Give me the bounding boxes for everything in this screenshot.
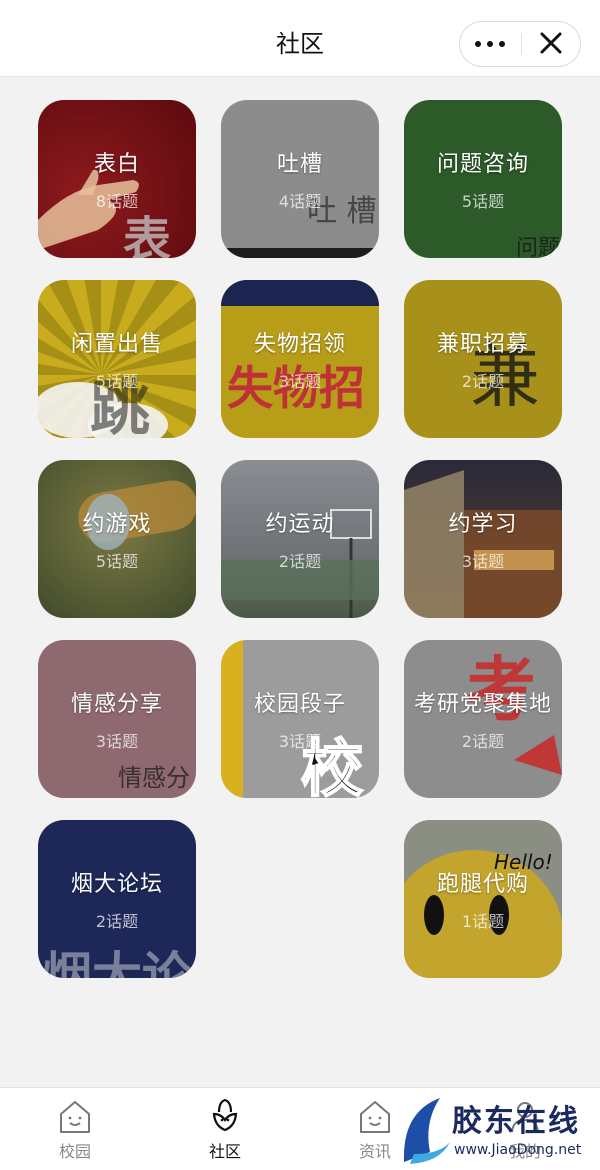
- topic-tile-errands[interactable]: Hello! 跑腿代购 1话题: [404, 820, 562, 978]
- topic-tile-grad-exam[interactable]: 考 考研党聚集地 2话题: [404, 640, 562, 798]
- tile-decoration-text: 问题: [516, 236, 561, 258]
- tile-stripe: [221, 640, 243, 798]
- tile-title: 问题咨询: [436, 152, 529, 177]
- topic-tile-study[interactable]: 约学习 3话题: [404, 460, 562, 618]
- tile-stripe: [221, 248, 379, 258]
- tile-topic-count: 2话题: [461, 732, 505, 751]
- topic-tile-lost-found[interactable]: 失物招 失物招领 3话题: [221, 280, 379, 438]
- watermark-logo-icon: [403, 1098, 450, 1164]
- tab-label: 社区: [208, 1142, 241, 1161]
- tile-title: 跑腿代购: [436, 872, 529, 897]
- topic-tile-idle-sale[interactable]: 跳 闲置出售 5话题: [38, 280, 196, 438]
- tile-title: 闲置出售: [70, 332, 163, 357]
- topic-tile-questions[interactable]: 问题 问题咨询 5话题: [404, 100, 562, 258]
- more-button[interactable]: [460, 22, 520, 66]
- dot-icon: [499, 41, 505, 47]
- tile-title: 情感分享: [70, 692, 163, 717]
- arrow-shape: [514, 735, 562, 775]
- tile-decoration-text: 情感分: [118, 764, 190, 792]
- tile-background: [221, 100, 379, 258]
- tile-title: 约运动: [265, 512, 335, 537]
- tab-label: 校园: [58, 1142, 91, 1161]
- tile-stripe: [221, 280, 379, 306]
- sprout-icon: [212, 1098, 238, 1132]
- tile-topic-count: 1话题: [461, 912, 505, 931]
- pointing-hand-icon: [38, 169, 139, 250]
- tile-title: 校园段子: [253, 692, 346, 717]
- basketball-hoop-icon: [221, 509, 379, 618]
- tile-topic-count: 5话题: [95, 552, 139, 571]
- tile-topic-count: 3话题: [95, 732, 139, 751]
- topic-tile-ytu-forum[interactable]: 烟大论 烟大论坛 2话题: [38, 820, 196, 978]
- topic-tile-campus-jokes[interactable]: 校 校园段子 3话题: [221, 640, 379, 798]
- dot-icon: [475, 41, 481, 47]
- tile-topic-count: 2话题: [461, 372, 505, 391]
- topic-tile-emotion-share[interactable]: 情感分 情感分享 3话题: [38, 640, 196, 798]
- tile-topic-count: 2话题: [95, 912, 139, 931]
- mini-program-capsule: [459, 21, 581, 67]
- tile-topic-count: 5话题: [95, 372, 139, 391]
- telescope-icon: [78, 480, 196, 550]
- tile-topic-count: 5话题: [461, 192, 505, 211]
- tile-title: 约学习: [448, 512, 518, 537]
- tile-topic-count: 2话题: [278, 552, 322, 571]
- tile-topic-count: 4话题: [278, 192, 322, 211]
- tile-topic-count: 3话题: [278, 732, 322, 751]
- topic-tile-play-games[interactable]: 约游戏 5话题: [38, 460, 196, 618]
- tile-title: 表白: [93, 152, 140, 177]
- tab-community[interactable]: 社区: [180, 1088, 270, 1170]
- watermark-text: 胶东在线: [452, 1104, 580, 1139]
- tile-title: 约游戏: [82, 512, 152, 537]
- tile-decoration-text: 烟大论: [42, 947, 192, 978]
- tile-topic-count: 3话题: [461, 552, 505, 571]
- tile-topic-count: 3话题: [278, 372, 322, 391]
- building-shape: [404, 470, 562, 618]
- watermark: 胶东在线 www.JiaoDong.net: [400, 1092, 600, 1170]
- tile-title: 失物招领: [253, 332, 346, 357]
- house-smile-icon: [360, 1101, 390, 1133]
- close-icon: [540, 32, 562, 54]
- community-page: 社区 表 表白 8话题 吐 槽 吐槽 4话题 问题 问题咨询 5话题 跳 闲置出…: [0, 0, 600, 1170]
- topic-tile-sports[interactable]: 约运动 2话题: [221, 460, 379, 618]
- dot-icon: [487, 41, 493, 47]
- tile-title: 吐槽: [276, 152, 323, 177]
- tile-topic-count: 8话题: [95, 192, 139, 211]
- tile-title: 兼职招募: [436, 332, 529, 357]
- house-smile-icon: [60, 1101, 90, 1133]
- watermark-url: www.JiaoDong.net: [454, 1142, 582, 1158]
- close-button[interactable]: [522, 22, 580, 66]
- topic-tile-part-time[interactable]: 兼 兼职招募 2话题: [404, 280, 562, 438]
- tile-title: 考研党聚集地: [413, 692, 552, 717]
- tab-campus[interactable]: 校园: [30, 1088, 120, 1170]
- topic-tile-complain[interactable]: 吐 槽 吐槽 4话题: [221, 100, 379, 258]
- header-bar: 社区: [0, 0, 600, 77]
- topic-tile-confession[interactable]: 表 表白 8话题: [38, 100, 196, 258]
- smiley-face-icon: [404, 850, 562, 978]
- tile-title: 烟大论坛: [70, 872, 163, 897]
